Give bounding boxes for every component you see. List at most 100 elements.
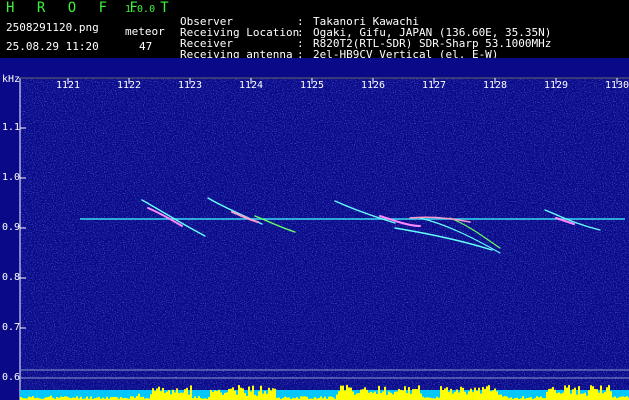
amplitude-bar [460, 386, 462, 400]
amplitude-bar [472, 392, 474, 400]
amplitude-bar [584, 392, 586, 400]
amplitude-bar [440, 386, 442, 400]
amplitude-bar [254, 394, 256, 400]
amplitude-bar [404, 386, 406, 400]
amplitude-bar [342, 385, 344, 400]
header-panel: H R O F F T 1.0.0 2508291120.png 25.08.2… [0, 0, 629, 61]
amplitude-bar [256, 395, 258, 400]
amplitude-bar [482, 387, 484, 400]
amplitude-bar [450, 388, 452, 400]
amplitude-bar [478, 387, 480, 400]
amplitude-bar [490, 391, 492, 400]
amplitude-bar [272, 388, 274, 400]
amplitude-bar [356, 393, 358, 400]
amplitude-bar [402, 390, 404, 400]
x-tick-label: 1128 [482, 80, 508, 91]
amplitude-bar [190, 385, 192, 400]
amplitude-bar [464, 391, 466, 400]
amplitude-bar [382, 391, 384, 400]
amplitude-bar [496, 391, 498, 400]
amplitude-bar [164, 392, 166, 400]
amplitude-bar [194, 396, 196, 400]
amplitude-bar [60, 396, 62, 400]
x-tick-label: 1126 [360, 80, 386, 91]
amplitude-bar [466, 394, 468, 400]
amplitude-bar [444, 388, 446, 400]
amplitude-bar [218, 389, 220, 400]
amplitude-bar [376, 394, 378, 400]
amplitude-bar [468, 391, 470, 400]
amplitude-bar [620, 396, 622, 400]
x-tick-label: 1127 [421, 80, 447, 91]
amplitude-bar [216, 391, 218, 400]
file-datetime: 25.08.29 11:20 [6, 40, 99, 53]
amplitude-bar [412, 389, 414, 400]
amplitude-bar [168, 390, 170, 400]
amplitude-bar [66, 396, 68, 400]
amplitude-bar [250, 391, 252, 400]
meteor-label: meteor [125, 25, 165, 38]
amplitude-bar [236, 394, 238, 400]
amplitude-bar [246, 395, 248, 400]
amplitude-bar [442, 390, 444, 400]
amplitude-bar [522, 396, 524, 400]
amplitude-bar [160, 391, 162, 400]
spectrogram [0, 58, 629, 400]
amplitude-bar [364, 387, 366, 400]
amplitude-bar [390, 392, 392, 400]
amplitude-bar [224, 392, 226, 400]
amplitude-bar [50, 395, 52, 400]
amplitude-bar [554, 389, 556, 400]
amplitude-bar [498, 394, 500, 400]
amplitude-bar [504, 396, 506, 400]
amplitude-bar [198, 396, 200, 400]
amplitude-bar [90, 396, 92, 400]
amplitude-bar [386, 394, 388, 400]
amplitude-bar [150, 394, 152, 400]
amplitude-bar [582, 393, 584, 400]
amplitude-bar [608, 385, 610, 400]
amplitude-bar [540, 396, 542, 400]
amplitude-bar [340, 385, 342, 400]
app-version: 1.0.0 [125, 4, 156, 15]
amplitude-bar [590, 385, 592, 400]
amplitude-bar [258, 391, 260, 400]
amplitude-bar [330, 396, 332, 400]
amplitude-bar [238, 385, 240, 400]
amplitude-bar [324, 396, 326, 400]
amplitude-bar [360, 389, 362, 400]
amplitude-bar [408, 387, 410, 400]
amplitude-bar [350, 387, 352, 400]
amplitude-bar [374, 391, 376, 400]
amplitude-bar [182, 392, 184, 400]
amplitude-bar [368, 392, 370, 400]
amplitude-bar [378, 385, 380, 400]
amplitude-bar [76, 396, 78, 400]
amplitude-bar [370, 391, 372, 400]
y-tick-label: 1.1 [2, 122, 21, 133]
amplitude-bar [572, 389, 574, 400]
amplitude-bar [158, 386, 160, 400]
amplitude-bar [398, 388, 400, 400]
amplitude-bar [462, 387, 464, 400]
amplitude-bar [476, 390, 478, 400]
amplitude-bar [548, 388, 550, 400]
amplitude-bar [446, 387, 448, 400]
amplitude-bar [228, 388, 230, 400]
amplitude-bar [186, 387, 188, 400]
y-unit-label: kHz [2, 74, 21, 85]
amplitude-bar [170, 394, 172, 400]
amplitude-bar [420, 393, 422, 400]
amplitude-bar [454, 391, 456, 400]
amplitude-bar [380, 393, 382, 400]
amplitude-bar [262, 393, 264, 400]
amplitude-bar [558, 392, 560, 400]
amplitude-bar [180, 392, 182, 400]
amplitude-bar [500, 394, 502, 400]
amplitude-bar [300, 396, 302, 400]
amplitude-bar [622, 396, 624, 400]
amplitude-bar [264, 391, 266, 400]
amplitude-bar [372, 392, 374, 400]
amplitude-bar [594, 388, 596, 400]
x-tick-label: 1122 [116, 80, 142, 91]
